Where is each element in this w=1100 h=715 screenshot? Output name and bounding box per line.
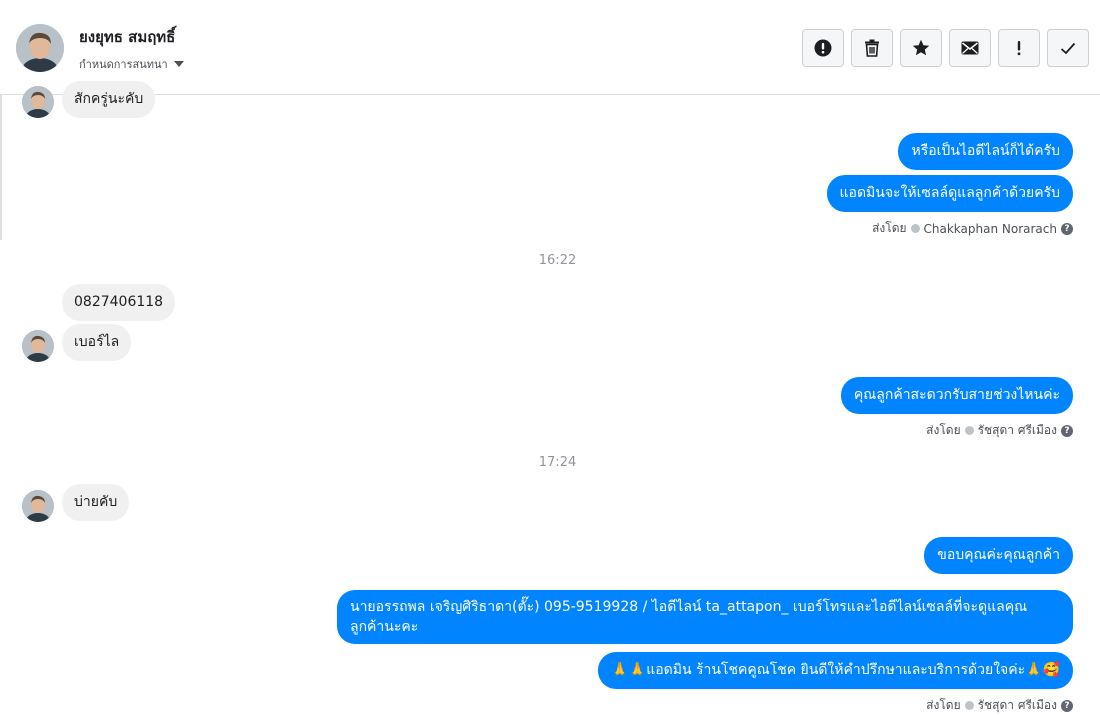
verified-icon: [964, 701, 974, 710]
exclamation-icon: [1017, 41, 1021, 56]
exclamation-circle-icon: [814, 39, 832, 57]
incoming-message[interactable]: บ่ายคับ: [62, 484, 130, 521]
incoming-message[interactable]: 0827406118: [62, 284, 176, 321]
verified-icon: [964, 426, 974, 435]
sent-by-label: ส่งโดย: [872, 221, 907, 235]
outgoing-message[interactable]: แอดมินจะให้เซลล์ดูแลลูกค้าด้วยครับ: [826, 175, 1073, 212]
timestamp: 16:22: [538, 253, 577, 268]
sent-by-label: ส่งโดย: [926, 698, 961, 712]
help-icon[interactable]: ?: [1061, 424, 1073, 437]
outgoing-message[interactable]: 🙏🙏แอดมิน ร้านโชคคูณโชค ยินดีให้คำปรึกษาแ…: [598, 652, 1073, 689]
contact-avatar[interactable]: [16, 24, 64, 72]
assign-label: กำหนดการสนทนา: [79, 58, 168, 71]
contact-avatar-small: [22, 490, 54, 522]
spam-button[interactable]: [802, 29, 844, 67]
scroll-edge: [0, 95, 2, 240]
delete-button[interactable]: [851, 29, 893, 67]
sent-by-info: ส่งโดย รัชสุดา ศรีเมือง ?: [926, 696, 1073, 715]
sent-by-info: ส่งโดย รัชสุดา ศรีเมือง ?: [926, 421, 1073, 440]
check-icon: [1060, 42, 1076, 54]
agent-name[interactable]: รัชสุดา ศรีเมือง: [978, 696, 1057, 715]
outgoing-message[interactable]: หรือเป็นไอดีไลน์ก็ได้ครับ: [898, 133, 1073, 170]
trash-icon: [865, 39, 879, 57]
caret-down-icon: [173, 61, 184, 67]
timestamp: 17:24: [538, 455, 577, 470]
mark-unread-button[interactable]: [949, 29, 991, 67]
sent-by-info: ส่งโดย Chakkaphan Norarach ?: [872, 219, 1073, 238]
outgoing-message[interactable]: คุณลูกค้าสะดวกรับสายช่วงไหนค่ะ: [840, 377, 1073, 414]
incoming-message[interactable]: เบอร์ไล: [62, 324, 132, 361]
help-icon[interactable]: ?: [1061, 222, 1073, 235]
assign-conversation-dropdown[interactable]: กำหนดการสนทนา: [79, 55, 184, 73]
conversation-header: ยงยุทธ สมฤทธิ์ กำหนดการสนทนา: [0, 0, 1100, 95]
star-icon: [912, 39, 930, 56]
outgoing-message[interactable]: นายอรรถพล เจริญศิริธาดา(ตั๊ะ) 095-951992…: [337, 590, 1073, 644]
contact-avatar-small: [22, 86, 54, 118]
help-icon[interactable]: ?: [1061, 699, 1073, 712]
agent-name[interactable]: รัชสุดา ศรีเมือง: [978, 421, 1057, 440]
contact-avatar-small: [22, 330, 54, 362]
mark-done-button[interactable]: [1047, 29, 1089, 67]
envelope-icon: [961, 41, 979, 55]
sent-by-label: ส่งโดย: [926, 423, 961, 437]
conversation-toolbar: [802, 29, 1089, 67]
verified-icon: [910, 224, 920, 233]
follow-up-button[interactable]: [998, 29, 1040, 67]
incoming-message[interactable]: สักครู่นะคับ: [62, 81, 156, 118]
agent-name[interactable]: Chakkaphan Norarach: [924, 222, 1057, 236]
contact-name[interactable]: ยงยุทธ สมฤทธิ์: [79, 25, 175, 49]
outgoing-message[interactable]: ขอบคุณค่ะคุณลูกค้า: [924, 537, 1073, 574]
star-button[interactable]: [900, 29, 942, 67]
